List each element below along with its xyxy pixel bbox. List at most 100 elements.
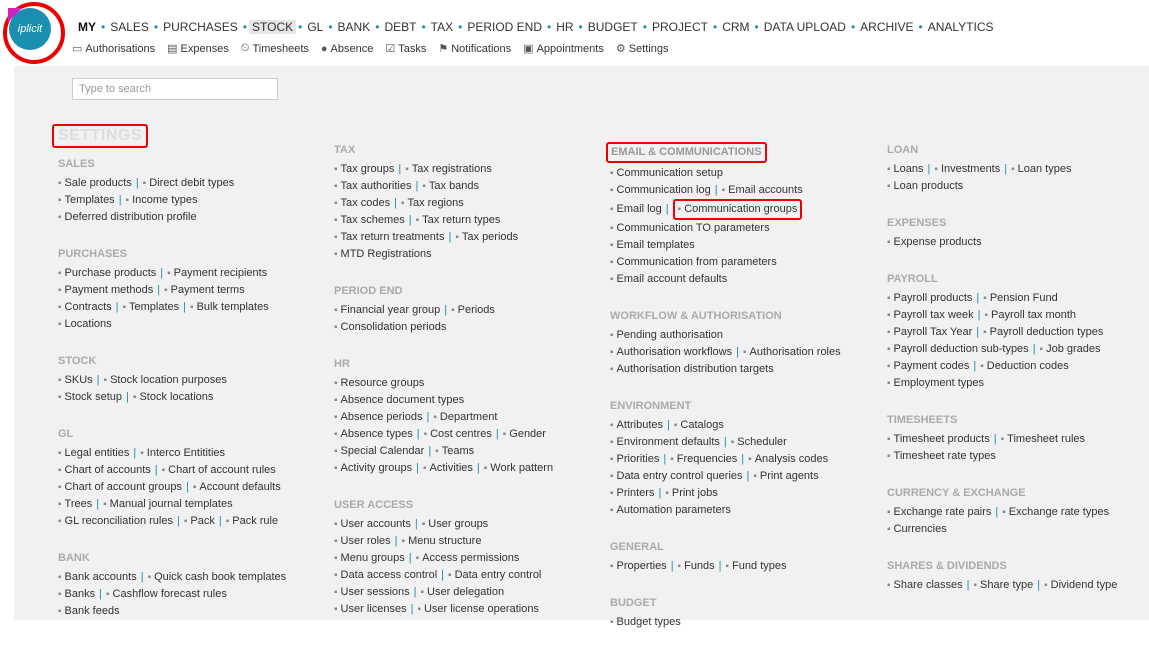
link-properties[interactable]: ▪ Properties [610, 558, 667, 575]
link-cashflow-forecast-rules[interactable]: ▪ Cashflow forecast rules [106, 586, 227, 603]
link-absence-types[interactable]: ▪ Absence types [334, 426, 413, 443]
link-share-type[interactable]: ▪ Share type [974, 577, 1034, 594]
link-cost-centres[interactable]: ▪ Cost centres [424, 426, 492, 443]
link-templates[interactable]: ▪ Templates [122, 299, 179, 316]
link-email-templates[interactable]: ▪ Email templates [610, 237, 695, 254]
link-teams[interactable]: ▪ Teams [435, 443, 474, 460]
link-tax-authorities[interactable]: ▪ Tax authorities [334, 178, 411, 195]
link-payment-methods[interactable]: ▪ Payment methods [58, 282, 153, 299]
link-exchange-rate-types[interactable]: ▪ Exchange rate types [1002, 504, 1109, 521]
nav-item-hr[interactable]: HR [553, 20, 576, 34]
link-pension-fund[interactable]: ▪ Pension Fund [983, 290, 1057, 307]
link-share-classes[interactable]: ▪ Share classes [887, 577, 963, 594]
link-periods[interactable]: ▪ Periods [451, 302, 495, 319]
link-email-account-defaults[interactable]: ▪ Email account defaults [610, 271, 727, 288]
link-tax-groups[interactable]: ▪ Tax groups [334, 161, 394, 178]
link-chart-of-account-rules[interactable]: ▪ Chart of account rules [162, 462, 276, 479]
link-communication-setup[interactable]: ▪ Communication setup [610, 165, 723, 182]
nav-item-gl[interactable]: GL [304, 20, 326, 34]
link-expense-products[interactable]: ▪ Expense products [887, 234, 982, 251]
link-payroll-deduction-sub-types[interactable]: ▪ Payroll deduction sub-types [887, 341, 1029, 358]
nav-item-project[interactable]: PROJECT [649, 20, 711, 34]
link-chart-of-account-groups[interactable]: ▪ Chart of account groups [58, 479, 182, 496]
nav-item-bank[interactable]: BANK [335, 20, 374, 34]
link-banks[interactable]: ▪ Banks [58, 586, 95, 603]
subnav-settings[interactable]: ⚙ Settings [616, 42, 669, 56]
link-chart-of-accounts[interactable]: ▪ Chart of accounts [58, 462, 151, 479]
link-special-calendar[interactable]: ▪ Special Calendar [334, 443, 424, 460]
link-user-license-operations[interactable]: ▪ User license operations [417, 601, 539, 618]
link-payment-codes[interactable]: ▪ Payment codes [887, 358, 969, 375]
link-environment-defaults[interactable]: ▪ Environment defaults [610, 434, 720, 451]
subnav-tasks[interactable]: ☑ Tasks [385, 42, 426, 56]
link-attributes[interactable]: ▪ Attributes [610, 417, 663, 434]
link-user-delegation[interactable]: ▪ User delegation [420, 584, 504, 601]
link-fund-types[interactable]: ▪ Fund types [726, 558, 787, 575]
link-bank-feeds[interactable]: ▪ Bank feeds [58, 603, 120, 620]
link-stock-locations[interactable]: ▪ Stock locations [133, 389, 214, 406]
nav-item-budget[interactable]: BUDGET [585, 20, 641, 34]
link-department[interactable]: ▪ Department [433, 409, 497, 426]
link-activity-groups[interactable]: ▪ Activity groups [334, 460, 412, 477]
link-skus[interactable]: ▪ SKUs [58, 372, 93, 389]
nav-item-tax[interactable]: TAX [428, 20, 456, 34]
link-data-access-control[interactable]: ▪ Data access control [334, 567, 437, 584]
link-deferred-distribution-profile[interactable]: ▪ Deferred distribution profile [58, 209, 197, 226]
link-funds[interactable]: ▪ Funds [678, 558, 715, 575]
link-investments[interactable]: ▪ Investments [934, 161, 1000, 178]
link-printers[interactable]: ▪ Printers [610, 485, 654, 502]
link-activities[interactable]: ▪ Activities [423, 460, 473, 477]
link-gender[interactable]: ▪ Gender [503, 426, 546, 443]
link-communication-groups[interactable]: ▪ Communication groups [672, 199, 803, 220]
link-currencies[interactable]: ▪ Currencies [887, 521, 947, 538]
nav-item-crm[interactable]: CRM [719, 20, 752, 34]
link-timesheet-rules[interactable]: ▪ Timesheet rules [1001, 431, 1085, 448]
link-email-log[interactable]: ▪ Email log [610, 201, 662, 218]
link-user-roles[interactable]: ▪ User roles [334, 533, 391, 550]
link-pack[interactable]: ▪ Pack [184, 513, 215, 530]
link-contracts[interactable]: ▪ Contracts [58, 299, 112, 316]
link-loans[interactable]: ▪ Loans [887, 161, 924, 178]
link-interco-entitities[interactable]: ▪ Interco Entitities [140, 445, 225, 462]
link-manual-journal-templates[interactable]: ▪ Manual journal templates [103, 496, 232, 513]
link-timesheet-products[interactable]: ▪ Timesheet products [887, 431, 990, 448]
link-authorisation-distribution-targets[interactable]: ▪ Authorisation distribution targets [610, 361, 774, 378]
link-payroll-tax-month[interactable]: ▪ Payroll tax month [985, 307, 1077, 324]
link-priorities[interactable]: ▪ Priorities [610, 451, 659, 468]
link-consolidation-periods[interactable]: ▪ Consolidation periods [334, 319, 446, 336]
link-frequencies[interactable]: ▪ Frequencies [670, 451, 737, 468]
nav-item-debt[interactable]: DEBT [381, 20, 419, 34]
link-access-permissions[interactable]: ▪ Access permissions [416, 550, 520, 567]
nav-item-data-upload[interactable]: DATA UPLOAD [761, 20, 849, 34]
link-loan-types[interactable]: ▪ Loan types [1011, 161, 1071, 178]
link-payroll-products[interactable]: ▪ Payroll products [887, 290, 972, 307]
link-absence-periods[interactable]: ▪ Absence periods [334, 409, 423, 426]
nav-item-archive[interactable]: ARCHIVE [857, 20, 916, 34]
link-loan-products[interactable]: ▪ Loan products [887, 178, 963, 195]
nav-item-sales[interactable]: SALES [107, 20, 152, 34]
link-print-agents[interactable]: ▪ Print agents [753, 468, 818, 485]
link-tax-regions[interactable]: ▪ Tax regions [401, 195, 464, 212]
search-input[interactable]: Type to search [72, 78, 278, 100]
link-income-types[interactable]: ▪ Income types [126, 192, 198, 209]
link-bank-accounts[interactable]: ▪ Bank accounts [58, 569, 137, 586]
link-print-jobs[interactable]: ▪ Print jobs [665, 485, 717, 502]
link-absence-document-types[interactable]: ▪ Absence document types [334, 392, 464, 409]
link-direct-debit-types[interactable]: ▪ Direct debit types [143, 175, 235, 192]
link-payroll-tax-year[interactable]: ▪ Payroll Tax Year [887, 324, 972, 341]
link-work-pattern[interactable]: ▪ Work pattern [484, 460, 553, 477]
link-legal-entities[interactable]: ▪ Legal entities [58, 445, 129, 462]
nav-item-my[interactable]: MY [75, 20, 99, 34]
link-gl-reconciliation-rules[interactable]: ▪ GL reconciliation rules [58, 513, 173, 530]
link-templates[interactable]: ▪ Templates [58, 192, 115, 209]
link-stock-location-purposes[interactable]: ▪ Stock location purposes [104, 372, 227, 389]
link-financial-year-group[interactable]: ▪ Financial year group [334, 302, 440, 319]
link-tax-return-types[interactable]: ▪ Tax return types [416, 212, 501, 229]
link-user-groups[interactable]: ▪ User groups [422, 516, 488, 533]
link-communication-to-parameters[interactable]: ▪ Communication TO parameters [610, 220, 770, 237]
link-catalogs[interactable]: ▪ Catalogs [674, 417, 724, 434]
link-deduction-codes[interactable]: ▪ Deduction codes [980, 358, 1069, 375]
link-locations[interactable]: ▪ Locations [58, 316, 112, 333]
link-dividend-type[interactable]: ▪ Dividend type [1044, 577, 1117, 594]
link-user-licenses[interactable]: ▪ User licenses [334, 601, 407, 618]
